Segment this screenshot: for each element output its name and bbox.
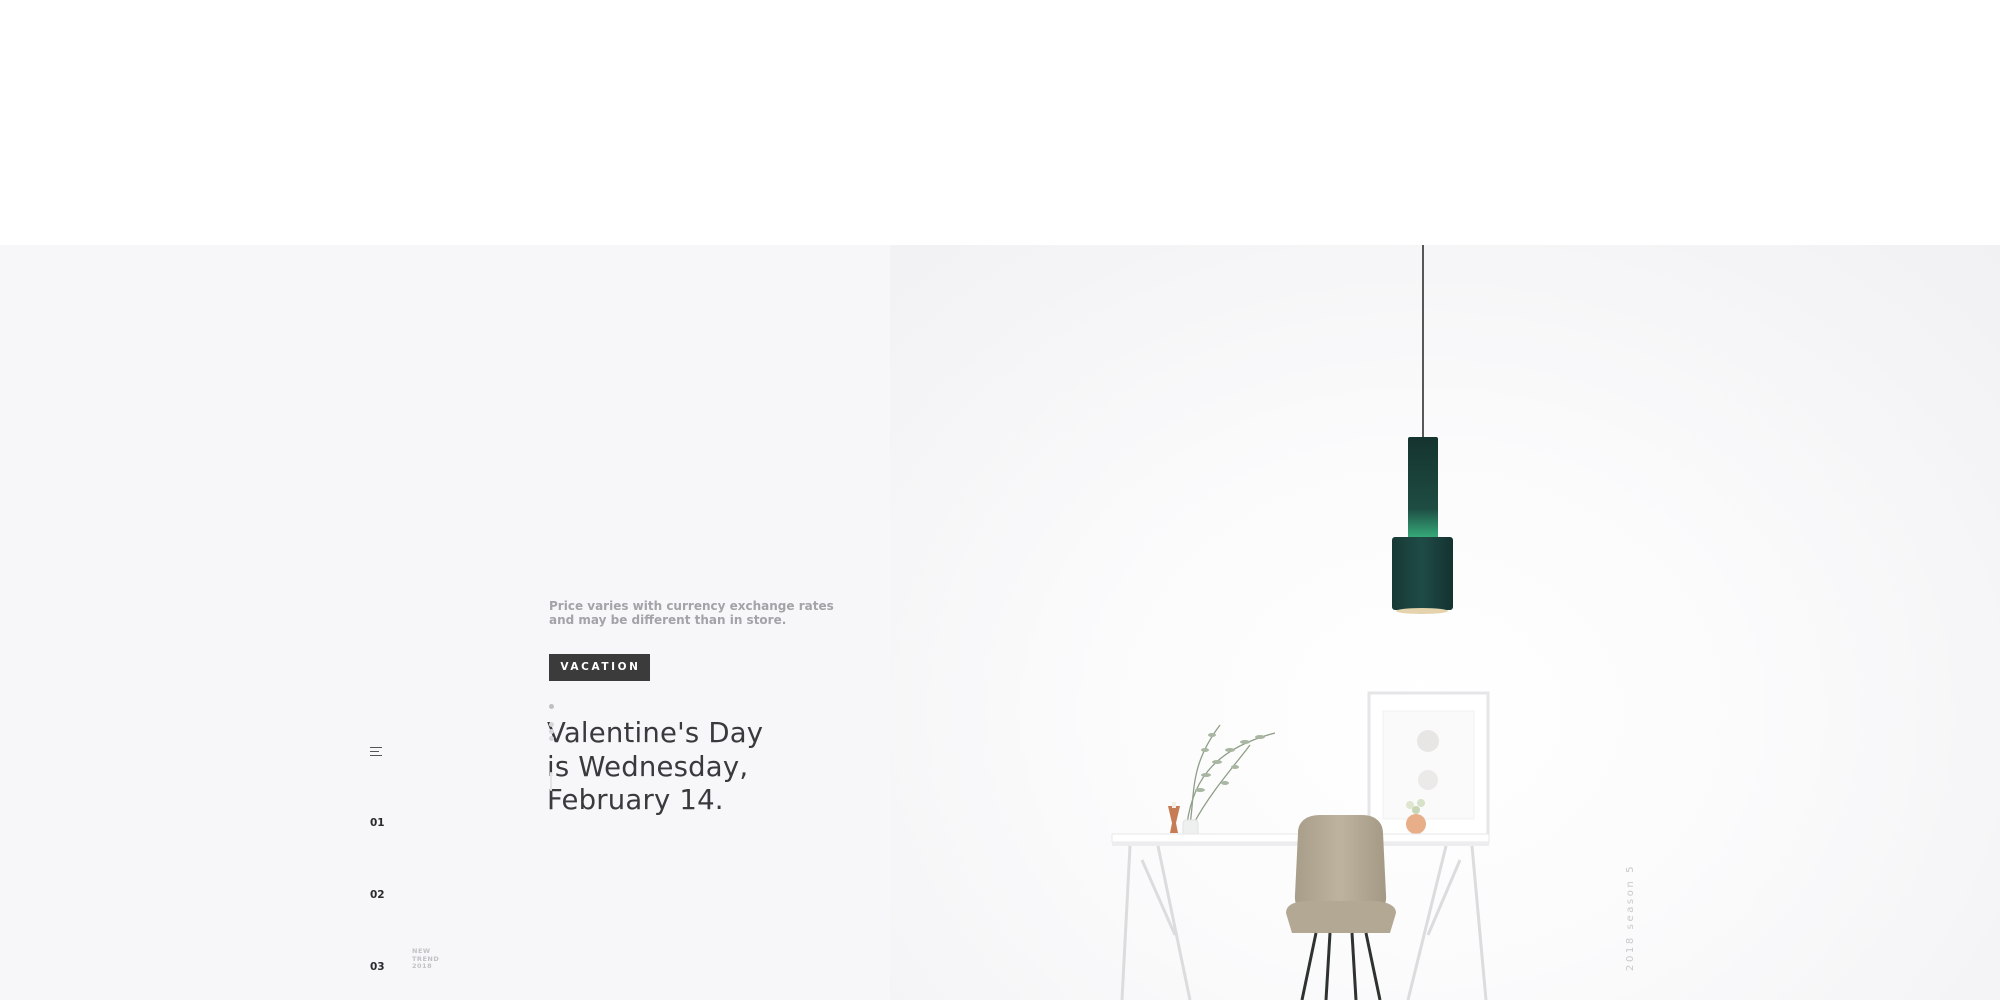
slider-dot[interactable] bbox=[549, 736, 554, 741]
hero-section: Valentine's Day is Wednesday, February 1… bbox=[0, 245, 2000, 1000]
vacation-button[interactable]: VACATION bbox=[549, 654, 650, 681]
slider-dot[interactable] bbox=[549, 729, 554, 734]
headline-line-2: is Wednesday, bbox=[547, 750, 749, 783]
scroll-indicator bbox=[550, 772, 552, 791]
headline-line-1: Valentine's Day bbox=[547, 717, 764, 749]
headline-line-3: February 14. bbox=[547, 784, 724, 816]
new-trend-tag: NEW TREND 2018 bbox=[412, 947, 440, 970]
season-label: 2018 season 5 bbox=[1625, 863, 1636, 971]
subtext-line-1: Price varies with currency exchange rate… bbox=[549, 599, 834, 613]
candle-holder bbox=[1168, 806, 1180, 833]
slide-nav-01[interactable]: 01 bbox=[370, 817, 385, 829]
top-blank-area bbox=[0, 0, 2000, 245]
lamp-top bbox=[1408, 437, 1438, 539]
interior-illustration bbox=[1111, 245, 1490, 1000]
copper-pot bbox=[1406, 814, 1426, 834]
hero-subtext: Price varies with currency exchange rate… bbox=[549, 599, 834, 627]
hamburger-menu-icon[interactable] bbox=[370, 747, 382, 757]
slide-nav-02[interactable]: 02 bbox=[370, 889, 385, 901]
lamp-shade bbox=[1392, 537, 1453, 610]
hero-photo bbox=[890, 245, 2000, 1000]
slider-dot-active[interactable] bbox=[549, 704, 554, 709]
slider-dot[interactable] bbox=[549, 722, 554, 727]
subtext-line-2: and may be different than in store. bbox=[549, 613, 787, 627]
slide-nav-03[interactable]: 03 bbox=[370, 961, 385, 973]
plant bbox=[1185, 724, 1276, 834]
chair bbox=[1286, 815, 1396, 1000]
hero-headline: Valentine's Day is Wednesday, February 1… bbox=[547, 717, 763, 818]
